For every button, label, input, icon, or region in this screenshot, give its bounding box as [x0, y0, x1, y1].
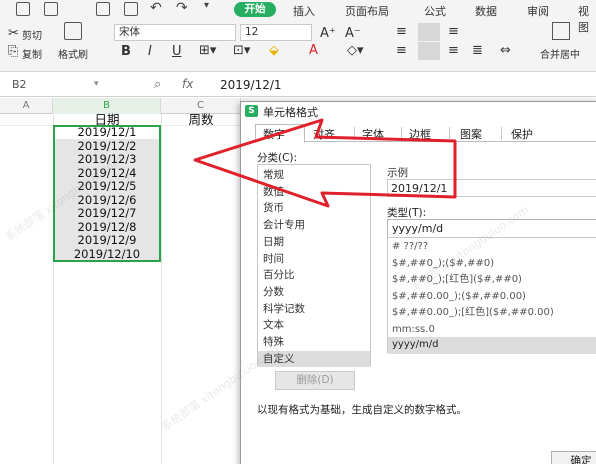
- fx-icon[interactable]: fx: [182, 77, 193, 91]
- font-name-select[interactable]: 宋体: [114, 24, 236, 41]
- dialog-note: 以现有格式为基础，生成自定义的数字格式。: [257, 404, 467, 416]
- scissors-icon[interactable]: ✂: [8, 26, 19, 41]
- date-cell[interactable]: 2019/12/9: [55, 233, 159, 248]
- formula-bar: B2 ▾ ⌕ fx 2019/12/1: [0, 73, 596, 97]
- align-middle-icon[interactable]: [418, 23, 440, 41]
- type-item[interactable]: mm:ss.0: [392, 322, 596, 339]
- delete-button[interactable]: 删除(D): [275, 371, 355, 390]
- tab-pattern[interactable]: 图案: [460, 126, 482, 142]
- font-shrink-icon[interactable]: A⁻: [345, 26, 361, 41]
- type-item[interactable]: $#,##0_);($#,##0): [392, 256, 596, 273]
- tab-review[interactable]: 审阅: [527, 3, 549, 19]
- preview-icon[interactable]: [96, 2, 110, 16]
- tab-separator: [449, 127, 450, 140]
- category-label: 分类(C):: [257, 152, 298, 164]
- date-cell[interactable]: 2019/12/10: [55, 247, 159, 262]
- type-item[interactable]: $#,##0.00_);[红色]($#,##0.00): [392, 305, 596, 322]
- date-cell[interactable]: 2019/12/8: [55, 220, 159, 235]
- dialog-tabs: 数字 对齐 字体 边框 图案 保护: [251, 124, 596, 143]
- print-icon[interactable]: [44, 2, 58, 16]
- type-item-selected[interactable]: yyyy/m/d: [388, 337, 596, 354]
- redo-icon[interactable]: ↷: [176, 0, 188, 16]
- name-box[interactable]: B2: [4, 77, 104, 93]
- sample-label: 示例: [387, 167, 408, 179]
- fill-pattern-icon[interactable]: ⊡▾: [233, 43, 250, 58]
- tab-separator: [501, 127, 502, 140]
- cut-button[interactable]: 剪切: [22, 27, 42, 42]
- border-icon[interactable]: ⊞▾: [199, 43, 216, 58]
- dropdown-icon[interactable]: ▾: [204, 0, 209, 11]
- underline-button[interactable]: U: [172, 44, 182, 59]
- font-size-select[interactable]: 12: [240, 24, 312, 41]
- font-grow-icon[interactable]: A⁺: [320, 26, 336, 41]
- category-item[interactable]: 文本: [263, 317, 367, 334]
- tab-page-layout[interactable]: 页面布局: [345, 3, 389, 19]
- align-center-icon[interactable]: [418, 42, 440, 60]
- category-item[interactable]: 常规: [263, 167, 367, 184]
- type-label: 类型(T):: [387, 207, 427, 219]
- copy-button[interactable]: 复制: [22, 46, 42, 61]
- align-top-icon[interactable]: ≡: [396, 24, 407, 39]
- save-icon[interactable]: [16, 2, 30, 16]
- type-list[interactable]: # ??/?? $#,##0_);($#,##0) $#,##0_);[红色](…: [387, 237, 596, 354]
- tab-insert[interactable]: 插入: [293, 3, 315, 19]
- date-cell[interactable]: 2019/12/2: [55, 139, 159, 154]
- fill-color-icon[interactable]: ⬙: [269, 43, 279, 58]
- tab-start[interactable]: 开始: [234, 2, 276, 17]
- dialog-title: 单元格格式: [263, 106, 318, 119]
- category-item[interactable]: 日期: [263, 234, 367, 251]
- formula-input[interactable]: 2019/12/1: [220, 78, 282, 92]
- name-box-dropdown-icon[interactable]: ▾: [94, 79, 99, 89]
- tab-separator: [401, 127, 402, 140]
- clear-format-icon[interactable]: ◇▾: [347, 43, 364, 58]
- header-week-cell[interactable]: 周数: [161, 113, 241, 127]
- tab-number[interactable]: 数字: [263, 126, 285, 142]
- ribbon: ↶ ↷ ▾ 开始 插入 页面布局 公式 数据 审阅 视图 ✂ 剪切 ⎘ 复制 格…: [0, 0, 596, 72]
- category-item[interactable]: 会计专用: [263, 217, 367, 234]
- export-icon[interactable]: [124, 2, 138, 16]
- type-item[interactable]: # ??/??: [392, 239, 596, 256]
- justify-icon[interactable]: ≣: [472, 43, 483, 58]
- category-item[interactable]: 货币: [263, 200, 367, 217]
- merge-icon[interactable]: [552, 22, 570, 40]
- dialog-titlebar[interactable]: S 单元格格式: [241, 102, 596, 120]
- category-list[interactable]: 常规 数值 货币 会计专用 日期 时间 百分比 分数 科学记数 文本 特殊 自定…: [257, 164, 371, 368]
- tab-alignment[interactable]: 对齐: [313, 126, 335, 142]
- tab-data[interactable]: 数据: [475, 3, 497, 19]
- italic-button[interactable]: I: [148, 44, 152, 59]
- category-item[interactable]: 时间: [263, 251, 367, 268]
- date-cell[interactable]: 2019/12/1: [55, 125, 159, 140]
- align-right-icon[interactable]: ≡: [448, 43, 459, 58]
- align-left-icon[interactable]: ≡: [396, 43, 407, 58]
- format-painter-button[interactable]: 格式刷: [58, 46, 88, 61]
- sample-value: 2019/12/1: [391, 182, 448, 195]
- font-color-icon[interactable]: A: [309, 43, 318, 58]
- ok-button[interactable]: 确定: [551, 451, 596, 464]
- tab-border[interactable]: 边框: [409, 126, 431, 142]
- category-item[interactable]: 百分比: [263, 267, 367, 284]
- type-item[interactable]: $#,##0.00_);($#,##0.00): [392, 289, 596, 306]
- category-item[interactable]: 分数: [263, 284, 367, 301]
- tab-view[interactable]: 视图: [578, 3, 596, 35]
- category-item[interactable]: 特殊: [263, 334, 367, 351]
- copy-icon[interactable]: ⎘: [8, 44, 18, 59]
- distribute-icon[interactable]: ⇔: [500, 43, 511, 58]
- tab-font[interactable]: 字体: [362, 126, 384, 142]
- date-cell[interactable]: 2019/12/7: [55, 206, 159, 221]
- tab-separator: [354, 127, 355, 140]
- undo-icon[interactable]: ↶: [150, 0, 162, 16]
- tab-protection[interactable]: 保护: [511, 126, 533, 142]
- align-bottom-icon[interactable]: ≡: [448, 24, 459, 39]
- category-item[interactable]: 数值: [263, 184, 367, 201]
- category-item[interactable]: 科学记数: [263, 301, 367, 318]
- sample-box: 2019/12/1: [387, 179, 596, 197]
- wps-logo-icon: S: [245, 105, 258, 117]
- bold-button[interactable]: B: [121, 44, 131, 59]
- column-header-a[interactable]: A: [0, 98, 53, 114]
- format-painter-icon[interactable]: [64, 22, 82, 40]
- zoom-icon[interactable]: ⌕: [154, 77, 161, 92]
- tab-formula[interactable]: 公式: [424, 3, 446, 19]
- merge-center-button[interactable]: 合并居中: [540, 46, 580, 61]
- grid-line: [161, 114, 162, 464]
